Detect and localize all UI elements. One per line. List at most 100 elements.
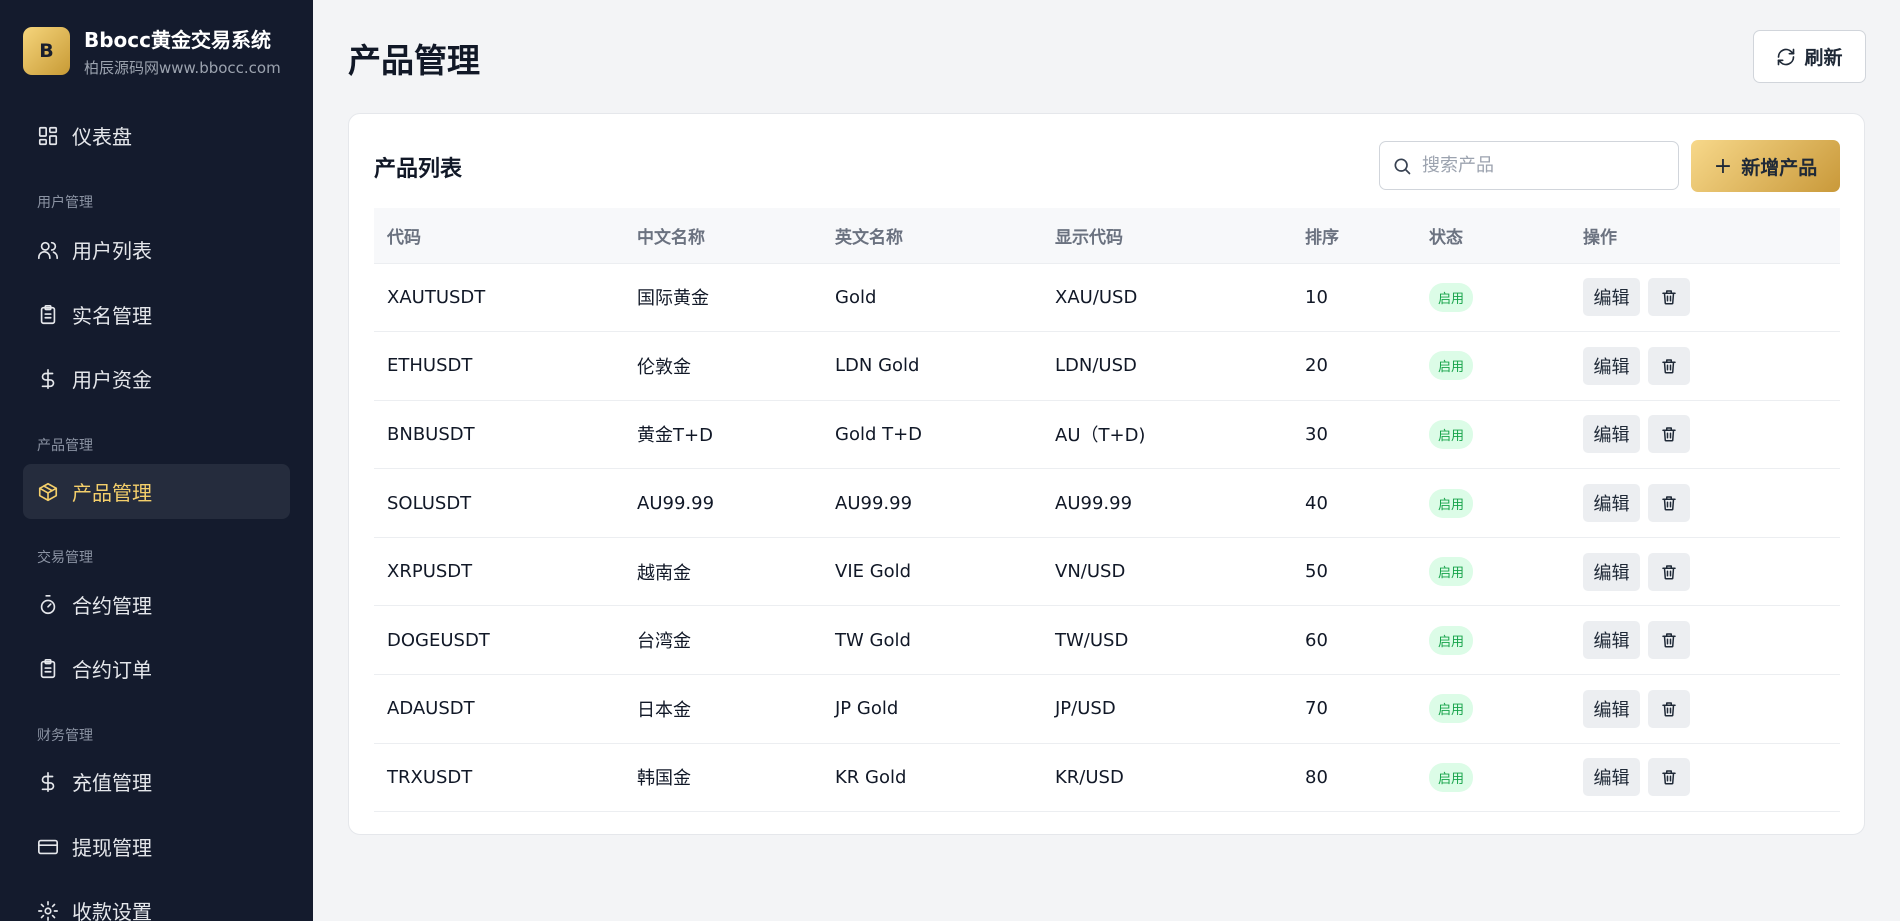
status-badge: 启用 (1429, 351, 1474, 381)
sidebar-item-payment-settings[interactable]: 收款设置 (23, 883, 290, 921)
brand[interactable]: B Bbocc黄金交易系统 柏辰源码网www.bbocc.com (23, 24, 281, 78)
sidebar-item-label: 实名管理 (72, 304, 152, 328)
cell-name-cn: 黄金T+D (637, 425, 713, 447)
sidebar-item-contract-mgmt[interactable]: 合约管理 (23, 577, 290, 632)
col-header-name-en: 英文名称 (822, 208, 1042, 264)
cell-name-en: KR Gold (835, 766, 907, 788)
edit-button[interactable]: 编辑 (1583, 484, 1640, 523)
cell-name-cn: AU99.99 (637, 492, 715, 514)
package-box-icon (37, 481, 59, 503)
product-table: 代码 中文名称 英文名称 显示代码 排序 状态 操作 XAUTUSDT 国际黄金 G… (374, 208, 1840, 812)
refresh-icon (1778, 48, 1795, 65)
cell-display-code: LDN/USD (1055, 355, 1137, 377)
cell-name-en: JP Gold (835, 698, 899, 720)
edit-button[interactable]: 编辑 (1583, 346, 1640, 385)
delete-button[interactable] (1648, 484, 1690, 523)
refresh-label: 刷新 (1804, 47, 1843, 69)
col-header-actions: 操作 (1570, 208, 1840, 264)
delete-button[interactable] (1648, 346, 1690, 385)
users-icon (37, 239, 59, 261)
cell-code: ETHUSDT (387, 355, 473, 377)
sidebar-section-finance: 财务管理 (37, 728, 93, 744)
sidebar-item-contract-orders[interactable]: 合约订单 (23, 641, 290, 696)
delete-button[interactable] (1648, 415, 1690, 454)
add-product-button[interactable]: + 新增产品 (1691, 140, 1840, 192)
brand-logo: B (23, 27, 70, 75)
col-header-code: 代码 (374, 208, 624, 264)
edit-button[interactable]: 编辑 (1583, 552, 1640, 591)
cell-sort: 40 (1305, 492, 1328, 514)
cell-status: 启用 (1416, 537, 1570, 606)
edit-button[interactable]: 编辑 (1583, 758, 1640, 797)
delete-button[interactable] (1648, 621, 1690, 660)
edit-button[interactable]: 编辑 (1583, 415, 1640, 454)
brand-text: Bbocc黄金交易系统 柏辰源码网www.bbocc.com (84, 24, 281, 78)
edit-button[interactable]: 编辑 (1583, 278, 1640, 317)
clipboard-icon (37, 304, 59, 326)
trash-icon (1660, 288, 1678, 306)
cell-name-cn: 韩国金 (637, 768, 691, 790)
cell-code: XRPUSDT (387, 561, 473, 583)
trash-icon (1660, 563, 1678, 581)
delete-button[interactable] (1648, 278, 1690, 317)
table-row: DOGEUSDT 台湾金 TW Gold TW/USD 60 启用 编辑 (374, 606, 1840, 675)
table-row: TRXUSDT 韩国金 KR Gold KR/USD 80 启用 编辑 (374, 743, 1840, 812)
credit-card-icon (37, 836, 59, 858)
sidebar-item-product-mgmt[interactable]: 产品管理 (23, 464, 290, 519)
cell-name-cn: 台湾金 (637, 631, 691, 653)
cell-actions: 编辑 (1570, 469, 1840, 538)
cell-actions: 编辑 (1570, 606, 1840, 675)
status-badge: 启用 (1429, 762, 1474, 792)
delete-button[interactable] (1648, 552, 1690, 591)
trash-icon (1660, 425, 1678, 443)
edit-button[interactable]: 编辑 (1583, 621, 1640, 660)
cell-display-code: XAU/USD (1055, 286, 1138, 308)
cell-code: BNBUSDT (387, 423, 475, 445)
table-row: BNBUSDT 黄金T+D Gold T+D AU（T+D) 30 启用 编辑 (374, 400, 1840, 469)
cell-actions: 编辑 (1570, 400, 1840, 469)
sidebar-item-label: 用户列表 (72, 239, 152, 263)
search-box[interactable] (1379, 141, 1679, 190)
status-badge: 启用 (1429, 694, 1474, 724)
sidebar-item-user-list[interactable]: 用户列表 (23, 222, 290, 277)
status-badge: 启用 (1429, 557, 1474, 587)
sidebar-item-recharge[interactable]: 充值管理 (23, 754, 290, 809)
sidebar-item-label: 充值管理 (72, 771, 152, 795)
refresh-button[interactable]: 刷新 (1753, 30, 1866, 83)
cell-display-code: AU99.99 (1055, 492, 1133, 514)
delete-button[interactable] (1648, 689, 1690, 728)
table-row: ADAUSDT 日本金 JP Gold JP/USD 70 启用 编辑 (374, 675, 1840, 744)
sidebar-item-label: 仪表盘 (72, 125, 132, 149)
status-badge: 启用 (1429, 488, 1474, 518)
edit-button[interactable]: 编辑 (1583, 689, 1640, 728)
table-row: SOLUSDT AU99.99 AU99.99 AU99.99 40 启用 编辑 (374, 469, 1840, 538)
page-title: 产品管理 (348, 41, 480, 80)
cell-name-en: AU99.99 (835, 492, 913, 514)
col-header-display-code: 显示代码 (1042, 208, 1292, 264)
sidebar-item-label: 用户资金 (72, 368, 152, 392)
cell-actions: 编辑 (1570, 537, 1840, 606)
brand-subtitle: 柏辰源码网www.bbocc.com (84, 59, 281, 77)
sidebar-section-user: 用户管理 (37, 195, 93, 211)
cell-name-en: Gold T+D (835, 423, 923, 445)
col-header-status: 状态 (1416, 208, 1570, 264)
cell-name-en: Gold (835, 286, 877, 308)
sidebar-item-withdraw[interactable]: 提现管理 (23, 819, 290, 874)
cell-display-code: AU（T+D) (1055, 425, 1146, 447)
cell-status: 启用 (1416, 743, 1570, 812)
sidebar-item-realname[interactable]: 实名管理 (23, 287, 290, 342)
sidebar-item-label: 合约订单 (72, 658, 152, 682)
cell-name-cn: 国际黄金 (637, 288, 709, 310)
sidebar-item-label: 合约管理 (72, 594, 152, 618)
cell-name-en: LDN Gold (835, 355, 920, 377)
sidebar-item-user-funds[interactable]: 用户资金 (23, 351, 290, 406)
brand-title: Bbocc黄金交易系统 (84, 28, 272, 52)
table-row: XRPUSDT 越南金 VIE Gold VN/USD 50 启用 编辑 (374, 537, 1840, 606)
sidebar-item-dashboard[interactable]: 仪表盘 (23, 108, 290, 163)
card-title: 产品列表 (374, 157, 463, 182)
cell-display-code: TW/USD (1055, 629, 1129, 651)
status-badge: 启用 (1429, 282, 1474, 312)
delete-button[interactable] (1648, 758, 1690, 797)
search-input[interactable] (1422, 155, 1662, 176)
sidebar-section-trade: 交易管理 (37, 550, 93, 566)
